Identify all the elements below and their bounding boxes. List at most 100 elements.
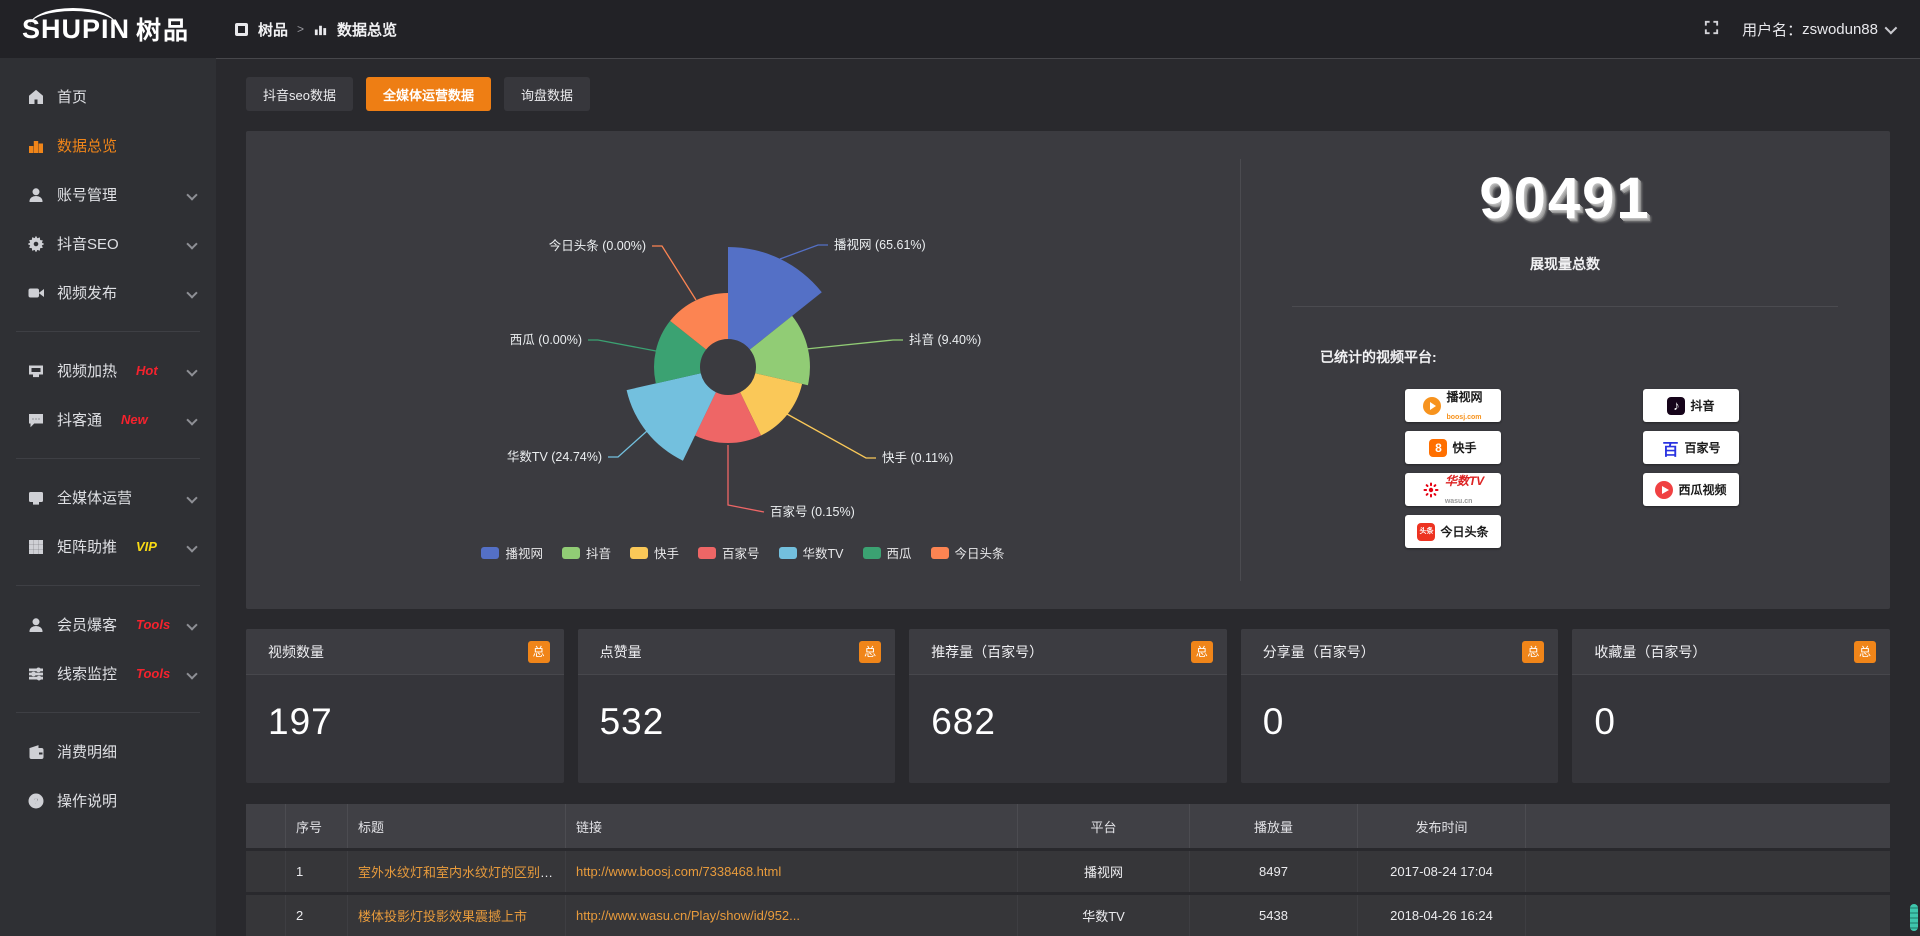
- stat-card-3: 推荐量（百家号）总682: [909, 629, 1227, 783]
- stat-card-title: 视频数量: [268, 642, 324, 662]
- platform-badge-百家号: 百百家号: [1643, 431, 1739, 464]
- pie-label: 百家号 (0.15%): [770, 504, 855, 519]
- sidebar-item-8[interactable]: 全媒体运营: [0, 473, 216, 522]
- legend-item-华数TV[interactable]: 华数TV: [779, 543, 844, 562]
- sidebar-divider: [16, 585, 200, 586]
- breadcrumb-current[interactable]: 数据总览: [337, 19, 397, 40]
- platform-badge-华数TV: 华数TVwasu.cn: [1405, 473, 1501, 506]
- platform-subtext: boosj.com: [1446, 414, 1481, 421]
- sidebar-item-13[interactable]: ? 操作说明: [0, 776, 216, 825]
- platform-name: 播视网: [1446, 390, 1482, 404]
- legend-label: 百家号: [722, 543, 760, 562]
- sidebar-item-label: 抖客通: [57, 409, 102, 430]
- chevron-down-icon: [186, 492, 197, 503]
- help-icon: ?: [28, 793, 44, 809]
- sidebar-item-badge: New: [121, 412, 148, 427]
- stat-card-value: 532: [600, 701, 896, 743]
- platform-name: 西瓜视频: [1678, 483, 1726, 497]
- tab-3[interactable]: 询盘数据: [504, 77, 590, 111]
- legend-color-chip: [779, 547, 797, 559]
- chevron-down-icon: [186, 414, 197, 425]
- sidebar-divider: [16, 331, 200, 332]
- stat-card-value: 0: [1594, 701, 1890, 743]
- video-title-link[interactable]: 楼体投影灯投影效果震撼上市: [358, 909, 527, 924]
- cell-time: 2017-08-24 17:04: [1358, 851, 1526, 892]
- stat-card-5: 收藏量（百家号） 总 0: [1572, 629, 1890, 783]
- legend-color-chip: [863, 547, 881, 559]
- legend-item-快手[interactable]: 快手: [630, 543, 679, 562]
- username-display[interactable]: 用户名：zswodun88: [1742, 19, 1894, 40]
- video-url-link[interactable]: http://www.wasu.cn/Play/show/id/952...: [576, 908, 800, 923]
- chevron-down-icon: [1885, 21, 1898, 34]
- cell-extra: [1526, 895, 1890, 936]
- column-header-extra: [1526, 804, 1890, 848]
- scrollbar-thumb[interactable]: [1910, 904, 1918, 931]
- platform-badge-播视网: 播视网 boosj.com: [1405, 389, 1501, 422]
- label-leader-line: [588, 340, 656, 351]
- cell-time: 2018-04-26 16:24: [1358, 895, 1526, 936]
- sidebar-item-3[interactable]: 账号管理: [0, 170, 216, 219]
- sidebar-item-6[interactable]: 视频加热Hot: [0, 346, 216, 395]
- stat-card-title: 分享量（百家号）: [1263, 642, 1375, 662]
- sidebar-item-4[interactable]: 抖音SEO: [0, 219, 216, 268]
- grid-icon: [28, 539, 44, 555]
- cell-title: 室外水纹灯和室内水纹灯的区别和简介: [348, 851, 566, 892]
- legend-color-chip: [630, 547, 648, 559]
- tab-2[interactable]: 全媒体运营数据: [366, 77, 491, 111]
- label-leader-line: [652, 246, 696, 300]
- legend-item-今日头条[interactable]: 今日头条: [931, 543, 1005, 562]
- sidebar-item-label: 消费明细: [57, 741, 117, 762]
- breadcrumb-root[interactable]: 树品: [258, 19, 288, 40]
- sidebar-item-12[interactable]: 消费明细: [0, 727, 216, 776]
- sidebar-item-7[interactable]: 抖客通 New: [0, 395, 216, 444]
- sidebar-item-10[interactable]: 会员爆客Tools: [0, 600, 216, 649]
- stat-card-title: 收藏量（百家号）: [1594, 642, 1706, 662]
- video-title-link[interactable]: 室外水纹灯和室内水纹灯的区别和简介: [358, 865, 566, 880]
- legend-color-chip: [481, 547, 499, 559]
- chevron-down-icon: [186, 287, 197, 298]
- sidebar-item-label: 操作说明: [57, 790, 117, 811]
- pie-slice-华数TV[interactable]: [627, 373, 716, 461]
- cell-title: 楼体投影灯投影效果震撼上市: [348, 895, 566, 936]
- sidebar-item-5[interactable]: 视频发布: [0, 268, 216, 317]
- sidebar-item-label: 矩阵助推: [57, 536, 117, 557]
- topbar: SHUPIN 树品 树品 > 数据总览 用户名：zswodun88: [0, 0, 1920, 58]
- sidebar-item-label: 首页: [57, 86, 87, 107]
- table-row: 2楼体投影灯投影效果震撼上市http://www.wasu.cn/Play/sh…: [246, 895, 1890, 936]
- stat-card-title: 推荐量（百家号）: [931, 642, 1043, 662]
- legend-item-西瓜[interactable]: 西瓜: [863, 543, 912, 562]
- row-select-cell: [246, 895, 286, 936]
- stat-card-header: 推荐量（百家号）总: [909, 629, 1227, 675]
- total-badge: 总: [1522, 641, 1544, 663]
- sidebar-item-2[interactable]: 数据总览: [0, 121, 216, 170]
- legend-item-播视网[interactable]: 播视网: [481, 543, 543, 562]
- wallet-icon: [28, 744, 44, 760]
- sidebar-item-11[interactable]: 线索监控Tools: [0, 649, 216, 698]
- sidebar-item-badge: Tools: [136, 617, 170, 632]
- pie-label: 今日头条 (0.00%): [549, 238, 646, 253]
- sidebar-item-label: 账号管理: [57, 184, 117, 205]
- brand-square-icon: [234, 22, 249, 37]
- toutiao-icon: 头条: [1417, 523, 1435, 541]
- legend-item-百家号[interactable]: 百家号: [698, 543, 760, 562]
- tab-1[interactable]: 抖音seo数据: [246, 77, 353, 111]
- fullscreen-icon[interactable]: [1703, 19, 1720, 40]
- video-url-link[interactable]: http://www.boosj.com/7338468.html: [576, 864, 781, 879]
- stat-card-header: 视频数量总: [246, 629, 564, 675]
- sidebar: 首页数据总览账号管理抖音SEO视频发布视频加热Hot抖客通New全媒体运营矩阵助…: [0, 58, 216, 936]
- sidebar-divider: [16, 712, 200, 713]
- legend-item-抖音[interactable]: 抖音: [562, 543, 611, 562]
- legend-label: 抖音: [586, 543, 611, 562]
- sidebar-item-label: 视频加热: [57, 360, 117, 381]
- platform-name: 今日头条: [1440, 525, 1488, 539]
- app-logo: SHUPIN 树品: [0, 11, 216, 47]
- platform-subtext: wasu.cn: [1445, 498, 1473, 505]
- label-leader-line: [728, 445, 764, 512]
- stat-card-header: 点赞量总: [578, 629, 896, 675]
- sidebar-item-badge: VIP: [136, 539, 157, 554]
- sidebar-item-9[interactable]: 矩阵助推 VIP: [0, 522, 216, 571]
- select-all-header: [246, 804, 286, 848]
- total-badge: 总: [1854, 641, 1876, 663]
- sidebar-item-1[interactable]: 首页: [0, 72, 216, 121]
- column-header-5: 播放量: [1190, 804, 1358, 848]
